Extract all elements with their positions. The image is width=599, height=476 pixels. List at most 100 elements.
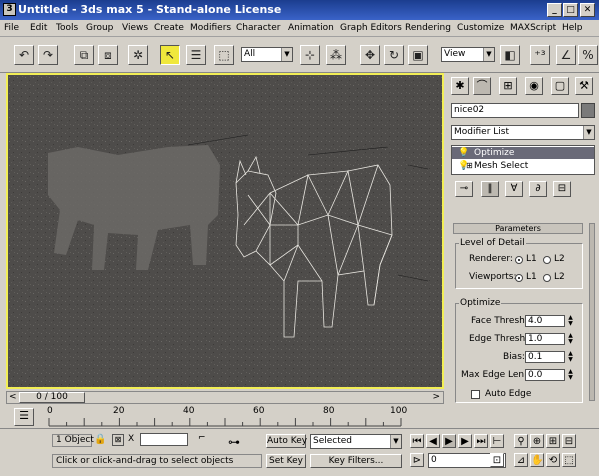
go-to-end-icon[interactable]: ⏭ [474,434,488,448]
renderer-l1-radio[interactable] [515,256,523,264]
stack-item-mesh-select[interactable]: 💡 ⊞ Mesh Select [452,160,594,172]
menu-create[interactable]: Create [154,23,184,33]
menu-graph-editors[interactable]: Graph Editors [340,23,402,33]
configure-sets-icon[interactable]: ⊟ [553,181,571,197]
key-filters-button[interactable]: Key Filters... [310,454,402,468]
menu-maxscript[interactable]: MAXScript [510,23,556,33]
menu-customize[interactable]: Customize [457,23,504,33]
pin-stack-icon[interactable]: ⊸ [455,181,473,197]
slider-left-arrow-icon[interactable]: < [9,392,17,402]
expand-plus-icon[interactable]: ⊞ [466,160,473,172]
create-tab-icon[interactable]: ✱ [451,77,469,95]
use-pivot-center-icon[interactable]: ◧ [500,45,520,65]
window-crossing-icon[interactable]: ⁂ [326,45,346,65]
title-bar[interactable]: 3 Untitled - 3ds max 5 - Stand-alone Lic… [0,0,599,20]
make-unique-icon[interactable]: ∀ [505,181,523,197]
zoom-icon[interactable]: ⚲ [514,434,528,448]
3ds-max-icon[interactable]: 3 [3,3,16,16]
remove-modifier-icon[interactable]: ∂ [529,181,547,197]
menu-group[interactable]: Group [86,23,113,33]
unlink-icon[interactable]: ⧈ [98,45,118,65]
bind-to-space-warp-icon[interactable]: ✲ [128,45,148,65]
spinner-arrows-icon[interactable]: ▲ ▼ [567,351,574,363]
select-and-scale-icon[interactable]: ▣ [408,45,428,65]
auto-key-button[interactable]: Auto Key [266,434,307,448]
select-and-rotate-icon[interactable]: ↻ [384,45,404,65]
menu-views[interactable]: Views [122,23,148,33]
close-button[interactable]: ✕ [580,3,595,17]
play-icon[interactable]: ▶ [442,434,456,448]
go-to-start-icon[interactable]: ⏮ [410,434,424,448]
object-color-swatch[interactable] [581,103,595,118]
show-end-result-icon[interactable]: ‖ [481,181,499,197]
track-bar[interactable]: 0 20 40 60 80 100 [45,406,445,428]
go-to-frame-icon[interactable]: ⊳ [410,453,424,467]
undo-icon[interactable]: ↶ [14,45,34,65]
select-by-name-icon[interactable]: ☰ [186,45,206,65]
lock-icon[interactable]: 🔒 [94,434,106,445]
maximize-viewport-icon[interactable]: ⬚ [562,453,576,467]
time-configuration-icon[interactable]: ⊡ [490,453,504,467]
stack-item-optimize[interactable]: 💡 Optimize [452,147,594,159]
bias-spinner[interactable]: 0.1 [525,351,565,363]
renderer-l2-radio[interactable] [543,256,551,264]
menu-edit[interactable]: Edit [30,23,47,33]
motion-tab-icon[interactable]: ◉ [525,77,543,95]
previous-frame-icon[interactable]: ◀ [426,434,440,448]
viewports-l2-radio[interactable] [543,274,551,282]
menu-modifiers[interactable]: Modifiers [190,23,231,33]
zoom-extents-all-icon[interactable]: ⊟ [562,434,576,448]
modifier-list-dropdown[interactable]: Modifier List ▼ [451,125,595,140]
menu-animation[interactable]: Animation [288,23,334,33]
minimize-button[interactable]: _ [547,3,562,17]
snap-toggle-icon[interactable]: ⁺³ [530,45,550,65]
perspective-viewport[interactable] [6,73,444,389]
x-coordinate-field[interactable] [140,433,188,446]
modify-tab-icon[interactable]: ⌒ [473,77,491,95]
hierarchy-tab-icon[interactable]: ⊞ [499,77,517,95]
set-key-button[interactable]: Set Key [266,454,306,468]
key-filter-dropdown[interactable]: Selected ▼ [310,434,402,449]
menu-rendering[interactable]: Rendering [405,23,451,33]
menu-help[interactable]: Help [562,23,583,33]
key-mode-icon[interactable]: ⊢ [490,434,504,448]
lightbulb-icon[interactable]: 💡 [458,147,469,159]
angle-snap-icon[interactable]: ∠ [556,45,576,65]
select-by-region-icon[interactable]: ⊹ [300,45,320,65]
viewports-l1-radio[interactable] [515,274,523,282]
time-slider-thumb[interactable]: 0 / 100 [19,392,85,403]
percent-snap-icon[interactable]: % [578,45,598,65]
field-of-view-icon[interactable]: ⊿ [514,453,528,467]
redo-icon[interactable]: ↷ [38,45,58,65]
spinner-arrows-icon[interactable]: ▲ ▼ [567,333,574,345]
spinner-arrows-icon[interactable]: ▲ ▼ [567,315,574,327]
slider-right-arrow-icon[interactable]: > [432,392,440,402]
arc-rotate-icon[interactable]: ⟲ [546,453,560,467]
spinner-arrows-icon[interactable]: ▲ ▼ [567,369,574,381]
parameters-rollout-header[interactable]: Parameters [453,223,583,234]
zoom-all-icon[interactable]: ⊕ [530,434,544,448]
select-and-link-icon[interactable]: ⧉ [74,45,94,65]
max-edge-len-spinner[interactable]: 0.0 [525,369,565,381]
face-thresh-spinner[interactable]: 4.0 [525,315,565,327]
select-and-move-icon[interactable]: ✥ [360,45,380,65]
selection-filter-dropdown[interactable]: All ▼ [241,47,293,62]
menu-file[interactable]: File [4,23,19,33]
panel-scrollbar[interactable] [589,223,595,401]
select-object-icon[interactable]: ↖ [160,45,180,65]
next-frame-icon[interactable]: ▶ [458,434,472,448]
absolute-mode-icon[interactable]: ⊠ [112,434,124,446]
maximize-button[interactable]: □ [563,3,578,17]
display-tab-icon[interactable]: ▢ [551,77,569,95]
menu-tools[interactable]: Tools [56,23,78,33]
pan-icon[interactable]: ✋ [530,453,544,467]
menu-character[interactable]: Character [236,23,280,33]
utilities-tab-icon[interactable]: ⚒ [575,77,593,95]
rectangular-selection-icon[interactable]: ⬚ [214,45,234,65]
edge-thresh-spinner[interactable]: 1.0 [525,333,565,345]
reference-coordinate-dropdown[interactable]: View ▼ [441,47,495,62]
zoom-extents-icon[interactable]: ⊞ [546,434,560,448]
auto-edge-checkbox[interactable] [471,390,480,399]
object-name-field[interactable]: nice02 [451,103,579,118]
mini-curve-editor-icon[interactable]: ☰ [14,408,34,426]
